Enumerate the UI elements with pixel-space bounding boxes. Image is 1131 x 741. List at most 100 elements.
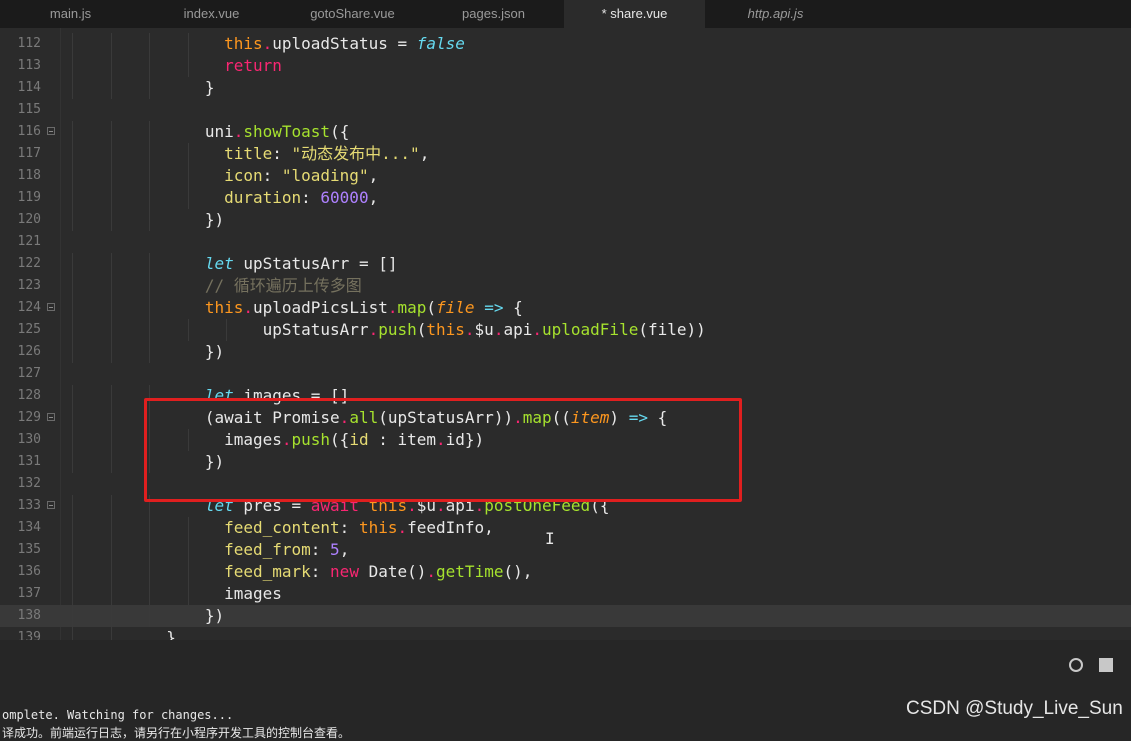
code-token: return xyxy=(224,56,282,75)
code-text: duration: 60000, xyxy=(224,187,378,209)
code-token: "动态发布中..." xyxy=(291,144,420,163)
clear-console-icon[interactable] xyxy=(1069,658,1083,672)
code-token: : xyxy=(262,166,282,185)
code-line[interactable]: 137 images xyxy=(0,583,1131,605)
indent-guide xyxy=(110,275,112,297)
code-token: 5 xyxy=(330,540,340,559)
line-number: 132 xyxy=(17,476,41,491)
tab-gotoshare-vue[interactable]: gotoShare.vue xyxy=(282,0,423,28)
line-number: 120 xyxy=(17,212,41,227)
code-line[interactable]: 123 // 循环遍历上传多图 xyxy=(0,275,1131,297)
indent-guide xyxy=(110,583,112,605)
code-line[interactable]: 121 xyxy=(0,231,1131,253)
indent-guide xyxy=(72,561,73,583)
indent-guide xyxy=(149,517,151,539)
indent-guide xyxy=(110,55,112,77)
fold-toggle-icon[interactable] xyxy=(47,127,55,135)
code-token: this xyxy=(204,298,244,317)
code-line[interactable]: 122 let upStatusArr = [] xyxy=(0,253,1131,275)
indent-guide xyxy=(72,583,73,605)
code-line[interactable]: 124 this.uploadPicsList.map(file => { xyxy=(0,297,1131,319)
indent-guide xyxy=(110,495,112,517)
code-token: : xyxy=(310,540,331,559)
code-line[interactable]: 139} xyxy=(0,627,1131,640)
code-line[interactable]: 117 title: "动态发布中...", xyxy=(0,143,1131,165)
tab-main-js[interactable]: main.js xyxy=(0,0,141,28)
code-line[interactable]: 119 duration: 60000, xyxy=(0,187,1131,209)
indent-guide xyxy=(110,33,112,55)
code-line[interactable]: 134 feed_content: this.feedInfo, xyxy=(0,517,1131,539)
code-line[interactable]: 126}) xyxy=(0,341,1131,363)
code-editor[interactable]: 112 this.uploadStatus = false 113 return 114… xyxy=(0,28,1131,640)
editor-tab-bar: main.js index.vue gotoShare.vue pages.json *… xyxy=(0,0,1131,28)
line-number: 121 xyxy=(17,234,41,249)
line-number: 119 xyxy=(17,190,41,205)
code-line[interactable]: 118 icon: "loading", xyxy=(0,165,1131,187)
code-token: , xyxy=(368,188,379,207)
indent-guide xyxy=(149,121,151,143)
code-line[interactable]: 120}) xyxy=(0,209,1131,231)
code-token: new xyxy=(330,562,359,581)
tab-index-vue[interactable]: index.vue xyxy=(141,0,282,28)
code-line[interactable]: 127 xyxy=(0,363,1131,385)
code-text: feed_from: 5, xyxy=(224,539,349,561)
code-token: feed_mark xyxy=(224,562,311,581)
code-token: }) xyxy=(204,210,225,229)
indent-guide xyxy=(187,33,189,55)
line-number: 124 xyxy=(17,300,41,315)
stop-icon[interactable] xyxy=(1099,658,1113,672)
fold-toggle-icon[interactable] xyxy=(47,413,55,421)
indent-guide xyxy=(187,165,189,187)
line-number: 115 xyxy=(17,102,41,117)
code-token: : xyxy=(272,144,292,163)
indent-guide xyxy=(110,385,112,407)
code-line[interactable]: 112 this.uploadStatus = false xyxy=(0,33,1131,55)
code-token: Date() xyxy=(358,562,427,581)
indent-guide xyxy=(149,341,151,363)
code-line[interactable]: 125 upStatusArr.push(this.$u.api.uploadFi… xyxy=(0,319,1131,341)
line-number: 136 xyxy=(17,564,41,579)
indent-guide xyxy=(72,605,73,627)
code-token: } xyxy=(166,628,176,640)
fold-toggle-icon[interactable] xyxy=(47,303,55,311)
code-line[interactable]: 113 return xyxy=(0,55,1131,77)
code-token: api xyxy=(503,320,533,339)
code-token: , xyxy=(368,166,379,185)
code-line[interactable]: 114} xyxy=(0,77,1131,99)
line-number: 129 xyxy=(17,410,41,425)
tab-pages-json[interactable]: pages.json xyxy=(423,0,564,28)
indent-guide xyxy=(187,143,189,165)
indent-guide xyxy=(72,385,73,407)
code-line[interactable]: 116 uni.showToast({ xyxy=(0,121,1131,143)
indent-guide xyxy=(72,253,73,275)
console-toolbar xyxy=(1069,658,1113,672)
code-token: uploadPicsList xyxy=(252,298,388,317)
indent-guide xyxy=(149,539,151,561)
code-token: push xyxy=(378,320,417,339)
code-line[interactable]: 136 feed_mark: new Date().getTime(), xyxy=(0,561,1131,583)
line-number: 139 xyxy=(17,630,41,640)
fold-toggle-icon[interactable] xyxy=(47,501,55,509)
line-number: 118 xyxy=(17,168,41,183)
code-text: } xyxy=(166,627,176,640)
indent-guide xyxy=(72,495,73,517)
code-text: uni.showToast({ xyxy=(205,121,350,143)
indent-guide xyxy=(187,319,189,341)
tab-share-vue[interactable]: * share.vue xyxy=(564,0,705,28)
line-number: 127 xyxy=(17,366,41,381)
indent-guide xyxy=(110,253,112,275)
indent-guide xyxy=(110,187,112,209)
code-token: feedInfo, xyxy=(407,518,494,537)
code-line[interactable]: 115 xyxy=(0,99,1131,121)
code-text: feed_content: this.feedInfo, xyxy=(224,517,494,539)
code-token: this xyxy=(224,34,263,53)
code-line[interactable]: 138}) xyxy=(0,605,1131,627)
code-token: showToast xyxy=(243,122,331,141)
line-number: 126 xyxy=(17,344,41,359)
code-token: file xyxy=(436,298,475,317)
code-token: : xyxy=(301,188,321,207)
code-text: }) xyxy=(205,341,224,363)
indent-guide xyxy=(72,187,73,209)
tab-http-api-js[interactable]: http.api.js xyxy=(705,0,846,28)
code-line[interactable]: 135 feed_from: 5, xyxy=(0,539,1131,561)
